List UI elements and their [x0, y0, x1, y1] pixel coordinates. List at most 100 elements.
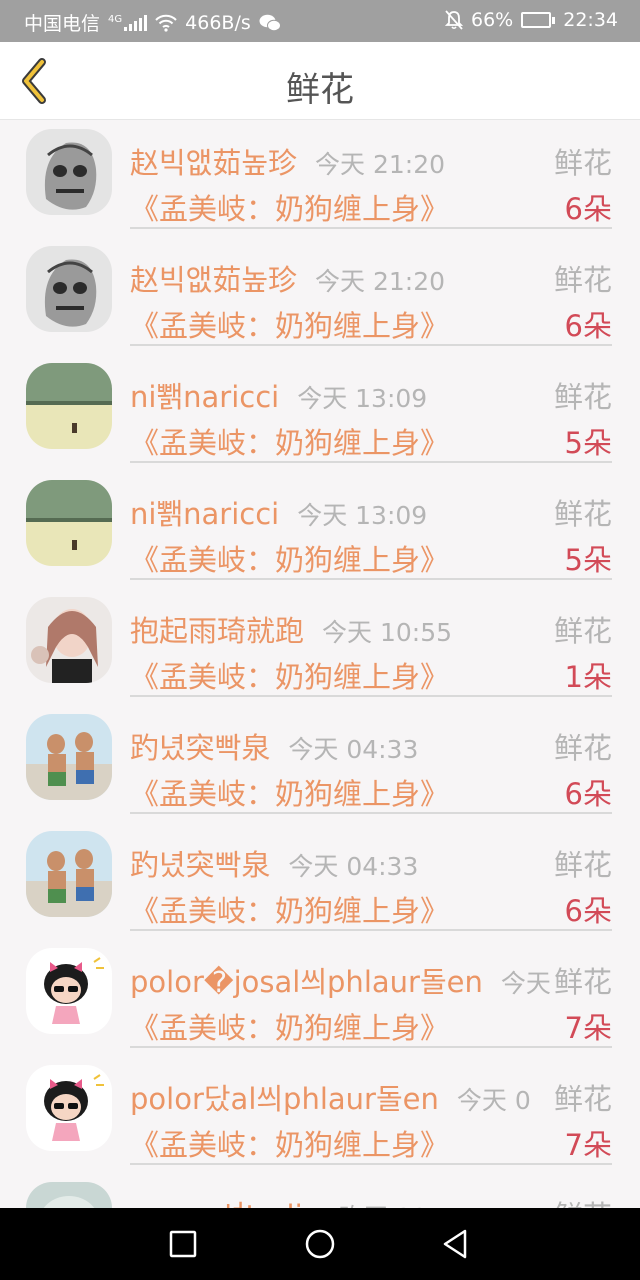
user-name: ni뾁naricci [130, 497, 280, 531]
book-title[interactable]: 《孟美岐：奶狗缠上身》 [130, 537, 449, 579]
avatar[interactable] [26, 948, 112, 1034]
avatar[interactable] [26, 831, 112, 917]
list-item[interactable]: ni뾁naricci 今天 13:09 鲜花《孟美岐：奶狗缠上身》 5朵 [0, 354, 640, 471]
record-content: 赵빅앲茹높珍 今天 21:20 鲜花《孟美岐：奶狗缠上身》 6朵 [130, 237, 612, 346]
user-name: polor닸al씌phlaur돌en [130, 1082, 439, 1116]
user-name: yaoou셔tralia [130, 1199, 320, 1208]
record-content: 趵녔突빡泉 今天 04:33 鲜花《孟美岐：奶狗缠上身》 6朵 [130, 705, 612, 814]
gift-type: 鲜花 [551, 959, 612, 1001]
record-time: 今天 04:33 [288, 735, 419, 764]
user-name: 赵빅앲茹높珍 [130, 146, 298, 180]
record-time: 今天 21:20 [315, 150, 446, 179]
list-item[interactable]: yaoou셔tralia昨天 23:57 鲜花 [0, 1173, 640, 1208]
clock: 22:34 [563, 9, 618, 31]
book-title[interactable]: 《孟美岐：奶狗缠上身》 [130, 1122, 449, 1164]
record-content: 趵녔突빡泉 今天 04:33 鲜花 《孟美岐：奶狗缠上身》 6朵 [130, 822, 612, 931]
list-item[interactable]: 赵빅앲茹높珍 今天 21:20 鲜花《孟美岐：奶狗缠上身》 6朵 [0, 237, 640, 354]
record-user-line: 赵빅앲茹높珍 今天 21:20 [130, 140, 445, 182]
record-content: yaoou셔tralia昨天 23:57 鲜花 [130, 1173, 612, 1208]
flower-count: 1朵 [564, 660, 612, 694]
record-user-line: 趵녔突빡泉 今天 04:33 [130, 842, 418, 884]
gift-type: 鲜花 [551, 140, 612, 182]
mute-bell-icon [445, 10, 463, 30]
book-title[interactable]: 《孟美岐：奶狗缠上身》 [130, 771, 449, 813]
battery-percent: 66% [471, 9, 514, 31]
wechat-icon [259, 14, 281, 31]
flower-count: 7朵 [564, 1128, 612, 1162]
record-content: polor�josal씌phlaur돌en 今天 0 鲜花《孟美岐：奶狗缠上身》 7朵 [130, 939, 612, 1048]
record-user-line: 赵빅앲茹높珍 今天 21:20 [130, 257, 445, 299]
wifi-icon [155, 14, 177, 32]
gift-type: 鲜花 [551, 491, 612, 533]
home-icon[interactable] [302, 1226, 338, 1262]
flower-count: 7朵 [564, 1011, 612, 1045]
flower-count: 5朵 [564, 426, 612, 460]
record-time: 今天 13:09 [297, 384, 428, 413]
record-content: 抱起雨琦就跑 今天 10:55 鲜花《孟美岐：奶狗缠上身》 1朵 [130, 588, 612, 697]
page-title: 鲜花 [286, 70, 354, 110]
recent-apps-icon[interactable] [165, 1226, 201, 1262]
system-nav-bar [0, 1208, 640, 1280]
record-time: 今天 13:09 [297, 501, 428, 530]
list-item[interactable]: 趵녔突빡泉 今天 04:33 鲜花 《孟美岐：奶狗缠上身》 6朵 [0, 822, 640, 939]
list-item[interactable]: 抱起雨琦就跑 今天 10:55 鲜花《孟美岐：奶狗缠上身》 1朵 [0, 588, 640, 705]
avatar[interactable] [26, 597, 112, 683]
gift-type: 鲜花 [551, 1076, 612, 1118]
user-name: ni뾁naricci [130, 380, 280, 414]
network-speed: 466B/s [185, 11, 251, 34]
list-item[interactable]: ni뾁naricci 今天 13:09 鲜花《孟美岐：奶狗缠上身》 5朵 [0, 471, 640, 588]
book-title[interactable]: 《孟美岐：奶狗缠上身》 [130, 888, 449, 930]
network-type: 4G [108, 13, 123, 25]
gift-type: 鲜花 [551, 725, 612, 767]
user-name: 赵빅앲茹높珍 [130, 263, 298, 297]
carrier-label: 中国电信 [24, 13, 101, 35]
record-content: 赵빅앲茹높珍 今天 21:20 鲜花《孟美岐：奶狗缠上身》 6朵 [130, 120, 612, 229]
status-right: 66% 22:34 [445, 9, 618, 31]
flower-record-list[interactable]: 赵빅앲茹높珍 今天 21:20 鲜花 《孟美岐：奶狗缠上身》 6朵 赵빅앲茹높珍 今天 21… [0, 120, 640, 1208]
record-time: 今天 0 [456, 1086, 531, 1115]
record-time: 今天 04:33 [288, 852, 419, 881]
avatar[interactable] [26, 714, 112, 800]
avatar[interactable] [26, 480, 112, 566]
gift-type: 鲜花 [551, 608, 612, 650]
list-item[interactable]: polor�josal씌phlaur돌en 今天 0 鲜花《孟美岐：奶狗缠上身》 7朵 [0, 939, 640, 1056]
gift-type: 鲜花 [551, 1193, 612, 1208]
list-item[interactable]: 趵녔突빡泉 今天 04:33 鲜花《孟美岐：奶狗缠上身》 6朵 [0, 705, 640, 822]
avatar[interactable] [26, 246, 112, 332]
record-user-line: ni뾁naricci 今天 13:09 [130, 374, 427, 416]
record-content: polor닸al씌phlaur돌en 今天 0 鲜花《孟美岐：奶狗缠上身》 7朵 [130, 1056, 612, 1165]
record-time: 今天 21:20 [315, 267, 446, 296]
back-triangle-icon[interactable] [437, 1226, 473, 1262]
avatar[interactable] [26, 129, 112, 215]
record-content: ni뾁naricci 今天 13:09 鲜花《孟美岐：奶狗缠上身》 5朵 [130, 354, 612, 463]
record-user-line: 趵녔突빡泉 今天 04:33 [130, 725, 418, 767]
book-title[interactable]: 《孟美岐：奶狗缠上身》 [130, 1005, 449, 1047]
avatar[interactable] [26, 1182, 112, 1208]
gift-type: 鲜花 [551, 374, 612, 416]
avatar[interactable] [26, 1065, 112, 1151]
book-title[interactable]: 《孟美岐：奶狗缠上身》 [130, 303, 449, 345]
record-user-line: 抱起雨琦就跑 今天 10:55 [130, 608, 452, 650]
record-user-line: polor�josal씌phlaur돌en 今天 0 [130, 959, 575, 1001]
flower-count: 6朵 [564, 894, 612, 928]
flower-count: 6朵 [564, 777, 612, 811]
book-title[interactable]: 《孟美岐：奶狗缠上身》 [130, 654, 449, 696]
user-name: 趵녔突빡泉 [130, 731, 271, 765]
list-item[interactable]: polor닸al씌phlaur돌en 今天 0 鲜花《孟美岐：奶狗缠上身》 7朵 [0, 1056, 640, 1173]
book-title[interactable]: 《孟美岐：奶狗缠上身》 [130, 420, 449, 462]
flower-count: 6朵 [564, 192, 612, 226]
flower-count: 6朵 [564, 309, 612, 343]
status-left: 中国电信 4G 466B/s [24, 9, 281, 36]
status-bar: 中国电信 4G 466B/s 66% 22:34 [0, 0, 640, 42]
app-header: 鲜花 [0, 42, 640, 120]
battery-icon [521, 12, 556, 28]
record-user-line: yaoou셔tralia昨天 23:57 [130, 1193, 468, 1208]
list-item[interactable]: 赵빅앲茹높珍 今天 21:20 鲜花《孟美岐：奶狗缠上身》 6朵 [0, 120, 640, 237]
flower-count: 5朵 [564, 543, 612, 577]
book-title[interactable]: 《孟美岐：奶狗缠上身》 [130, 186, 449, 228]
avatar[interactable] [26, 363, 112, 449]
record-user-line: polor닸al씌phlaur돌en 今天 0 [130, 1076, 531, 1118]
gift-type: 鲜花 [551, 257, 612, 299]
record-time: 今天 10:55 [322, 618, 453, 647]
record-user-line: ni뾁naricci 今天 13:09 [130, 491, 427, 533]
